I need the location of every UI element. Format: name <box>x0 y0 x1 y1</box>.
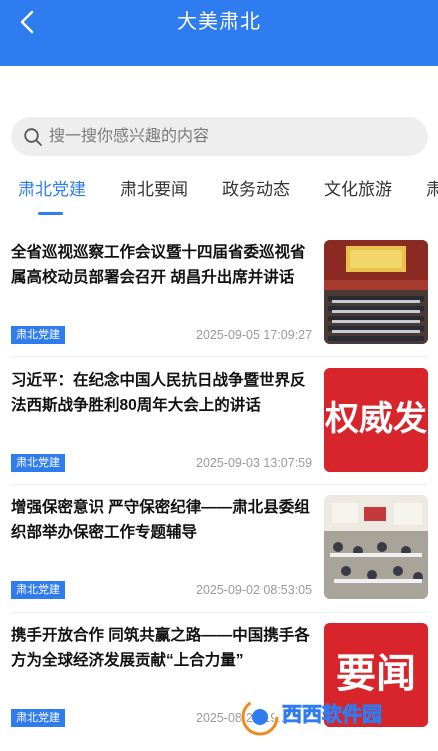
watermark-url: CR173.COM <box>326 728 380 738</box>
news-thumbnail[interactable] <box>324 495 428 599</box>
publish-time: 2025-09-02 08:53:05 <box>196 583 313 597</box>
search-input[interactable] <box>49 117 419 156</box>
category-tag: 肃北党建 <box>11 581 65 599</box>
news-thumbnail[interactable] <box>324 240 428 344</box>
category-tag: 肃北党建 <box>11 454 65 472</box>
watermark-brand: 西西软件园 <box>282 702 382 726</box>
app-header: 大美肃北 <box>0 0 438 66</box>
divider <box>11 484 428 485</box>
news-title[interactable]: 增强保密意识 严守保密纪律——肃北县委组织部举办保密工作专题辅导 <box>11 495 313 545</box>
publish-time: 2025-09-05 17:09:27 <box>196 328 313 342</box>
tab-sb-party[interactable]: 肃北党建 <box>18 179 86 201</box>
search-bar[interactable] <box>11 117 428 156</box>
category-tag: 肃北党建 <box>11 326 65 344</box>
divider <box>11 356 428 357</box>
tab-next-partial[interactable]: 肃 <box>426 179 438 201</box>
meeting-hall-image <box>324 240 428 344</box>
tab-gov-affairs[interactable]: 政务动态 <box>222 179 290 201</box>
search-icon <box>24 128 42 146</box>
watermark-logo: 西西软件园 CR173.COM <box>240 697 382 738</box>
news-thumbnail[interactable]: 权威发 <box>324 368 428 472</box>
tab-sb-news[interactable]: 肃北要闻 <box>120 179 188 201</box>
category-tag: 肃北党建 <box>11 709 65 727</box>
news-item[interactable]: 全省巡视巡察工作会议暨十四届省委巡视省属高校动员部署会召开 胡昌升出席并讲话 肃… <box>0 240 438 368</box>
category-tabs: 肃北党建 肃北要闻 政务动态 文化旅游 肃 <box>0 168 438 220</box>
news-title[interactable]: 习近平：在纪念中国人民抗日战争暨世界反法西斯战争胜利80周年大会上的讲话 <box>11 368 313 418</box>
page-title: 大美肃北 <box>177 11 261 33</box>
red-banner-image: 权威发 <box>324 368 428 472</box>
divider <box>11 612 428 613</box>
publish-time: 2025-09-03 13:07:59 <box>196 456 313 470</box>
thumb-text: 权威发 <box>324 399 427 439</box>
active-tab-indicator <box>38 212 63 215</box>
training-room-image <box>324 495 428 599</box>
news-title[interactable]: 携手开放合作 同筑共赢之路——中国携手各方为全球经济发展贡献“上合力量” <box>11 623 313 673</box>
tab-culture-tourism[interactable]: 文化旅游 <box>324 179 392 201</box>
thumb-text: 要闻 <box>336 651 416 697</box>
news-item[interactable]: 增强保密意识 严守保密纪律——肃北县委组织部举办保密工作专题辅导 肃北党建 20… <box>0 495 438 623</box>
news-title[interactable]: 全省巡视巡察工作会议暨十四届省委巡视省属高校动员部署会召开 胡昌升出席并讲话 <box>11 240 313 290</box>
news-item[interactable]: 习近平：在纪念中国人民抗日战争暨世界反法西斯战争胜利80周年大会上的讲话 肃北党… <box>0 368 438 496</box>
